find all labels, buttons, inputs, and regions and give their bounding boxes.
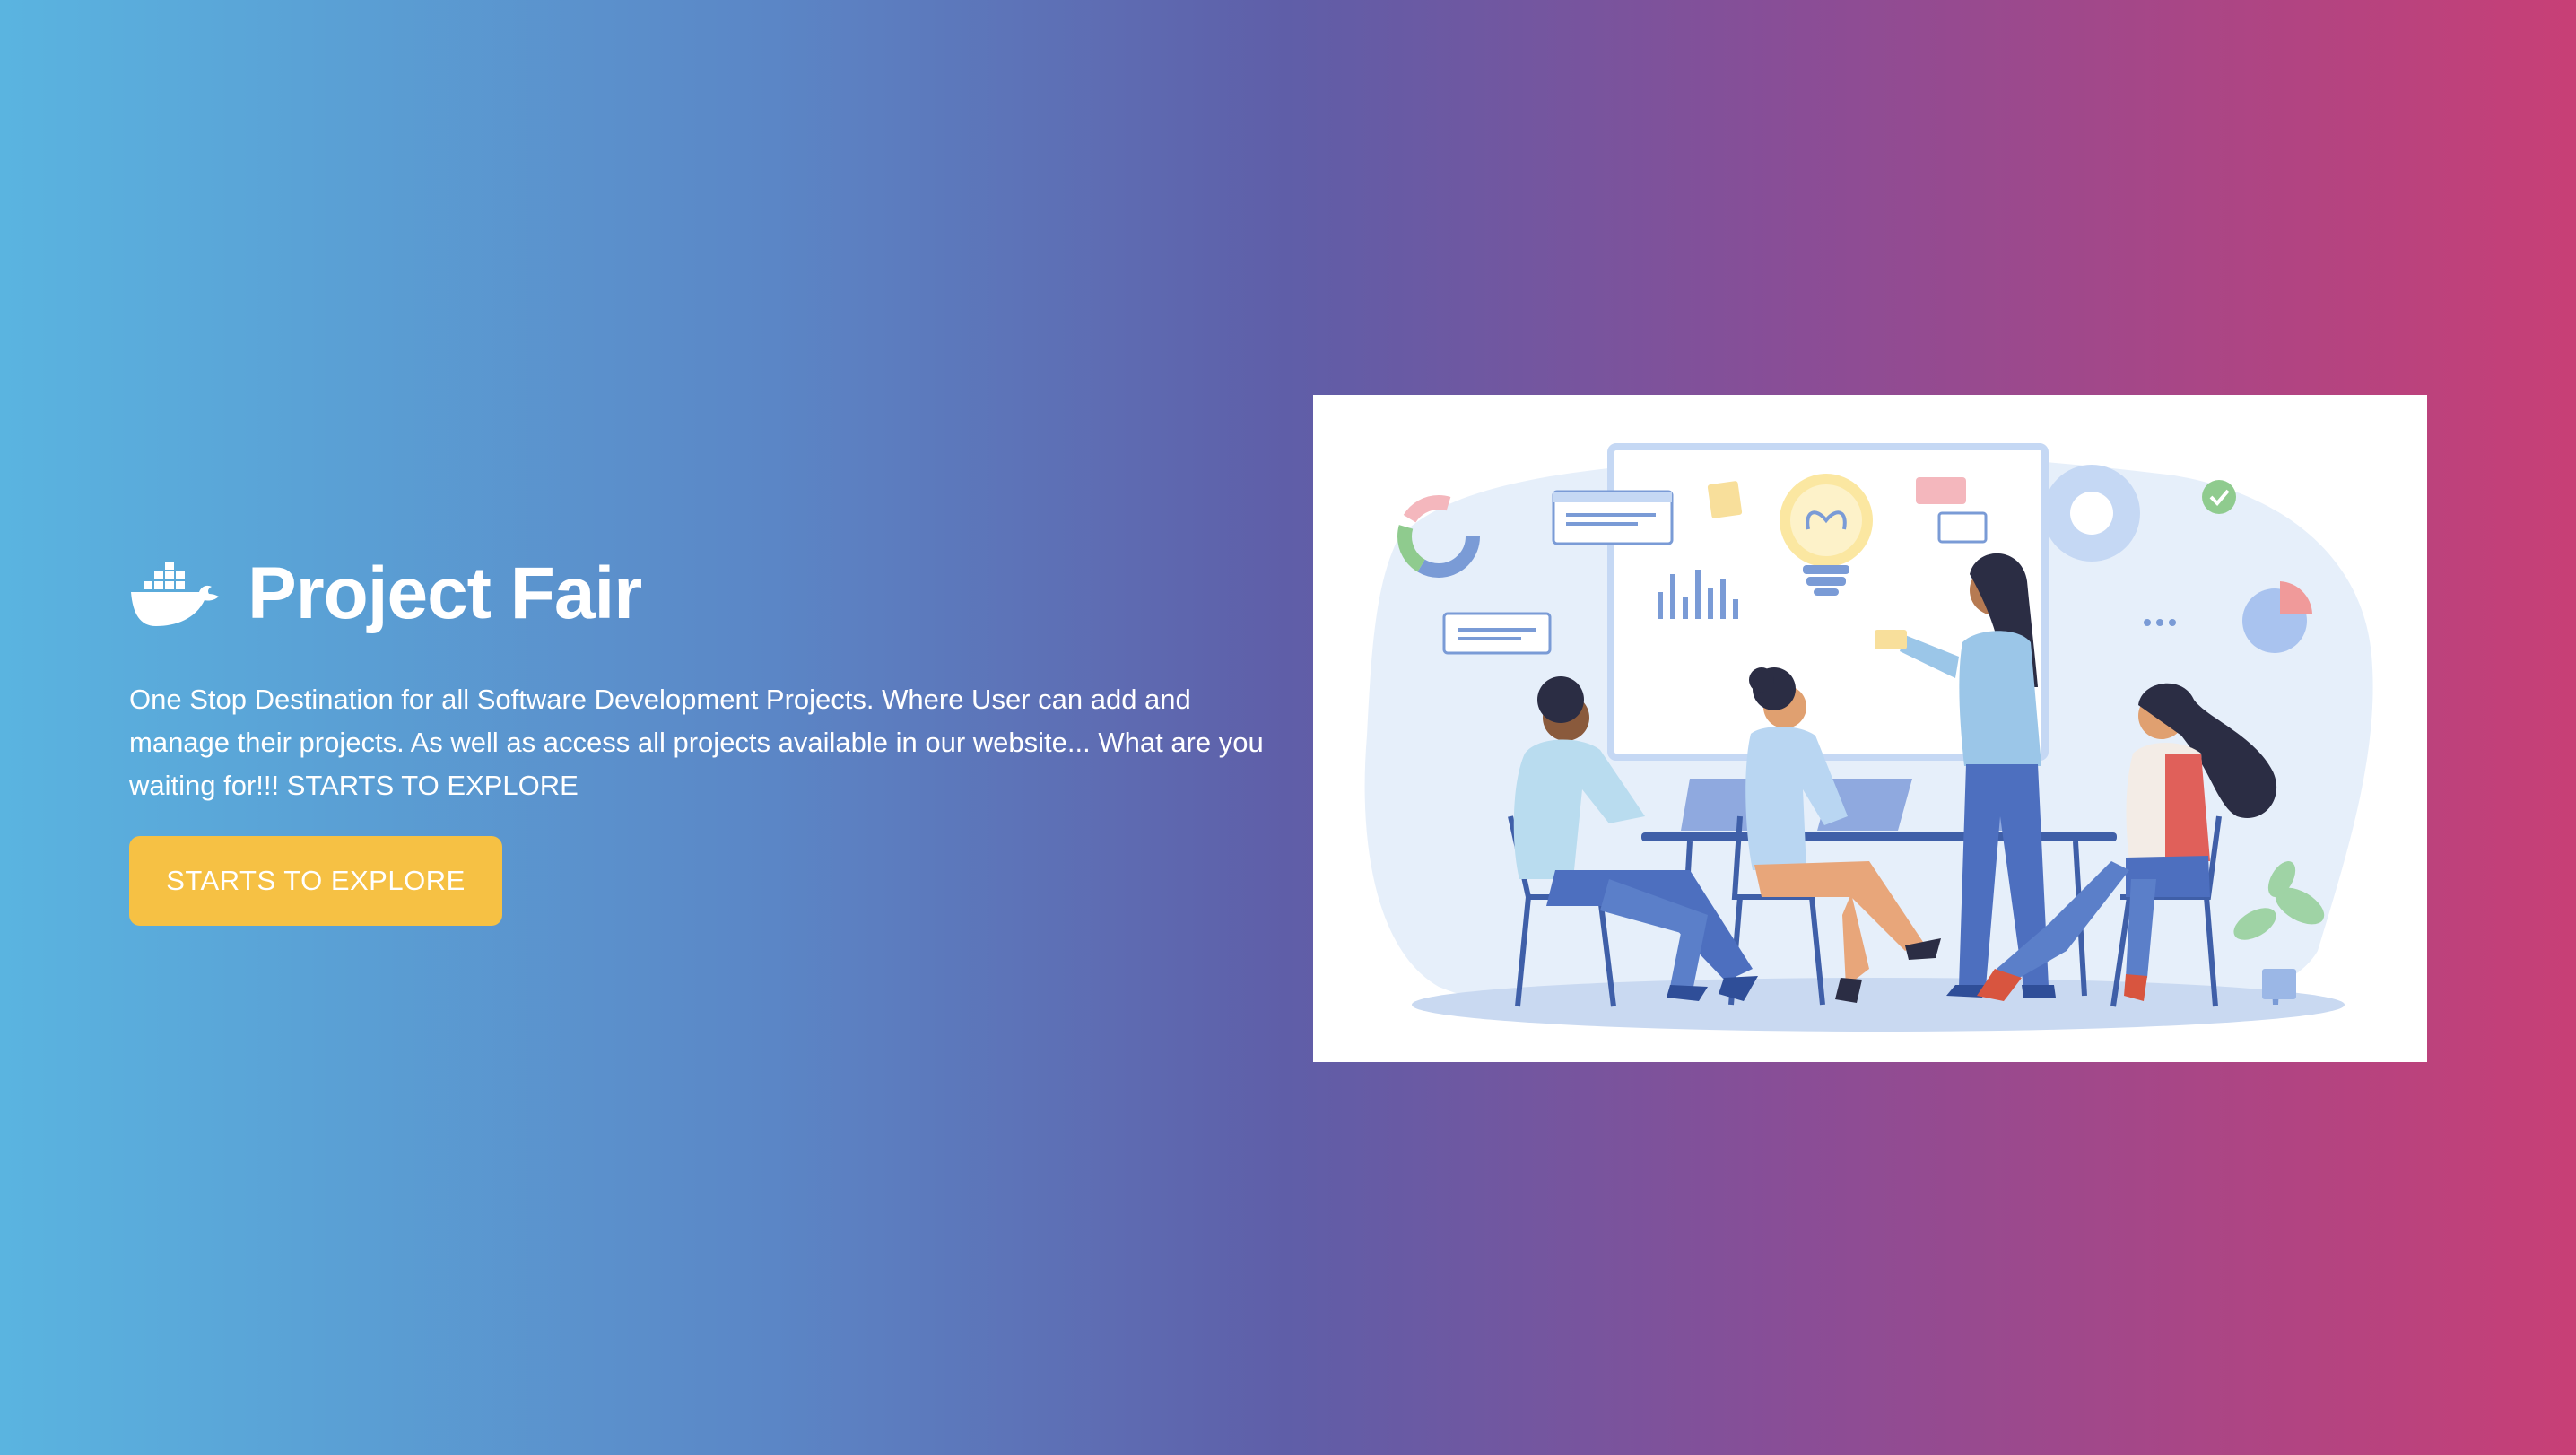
hero-illustration: [1313, 395, 2427, 1062]
docker-whale-icon: [131, 562, 219, 626]
hero-description: One Stop Destination for all Software De…: [129, 684, 1264, 801]
explore-button[interactable]: STARTS TO EXPLORE: [129, 836, 502, 926]
brand: Project Fair: [129, 549, 1277, 639]
hero-section: Project Fair One Stop Destination for al…: [129, 549, 1277, 926]
team-meeting-illustration: [1364, 443, 2373, 1032]
page-title: Project Fair: [248, 553, 642, 634]
